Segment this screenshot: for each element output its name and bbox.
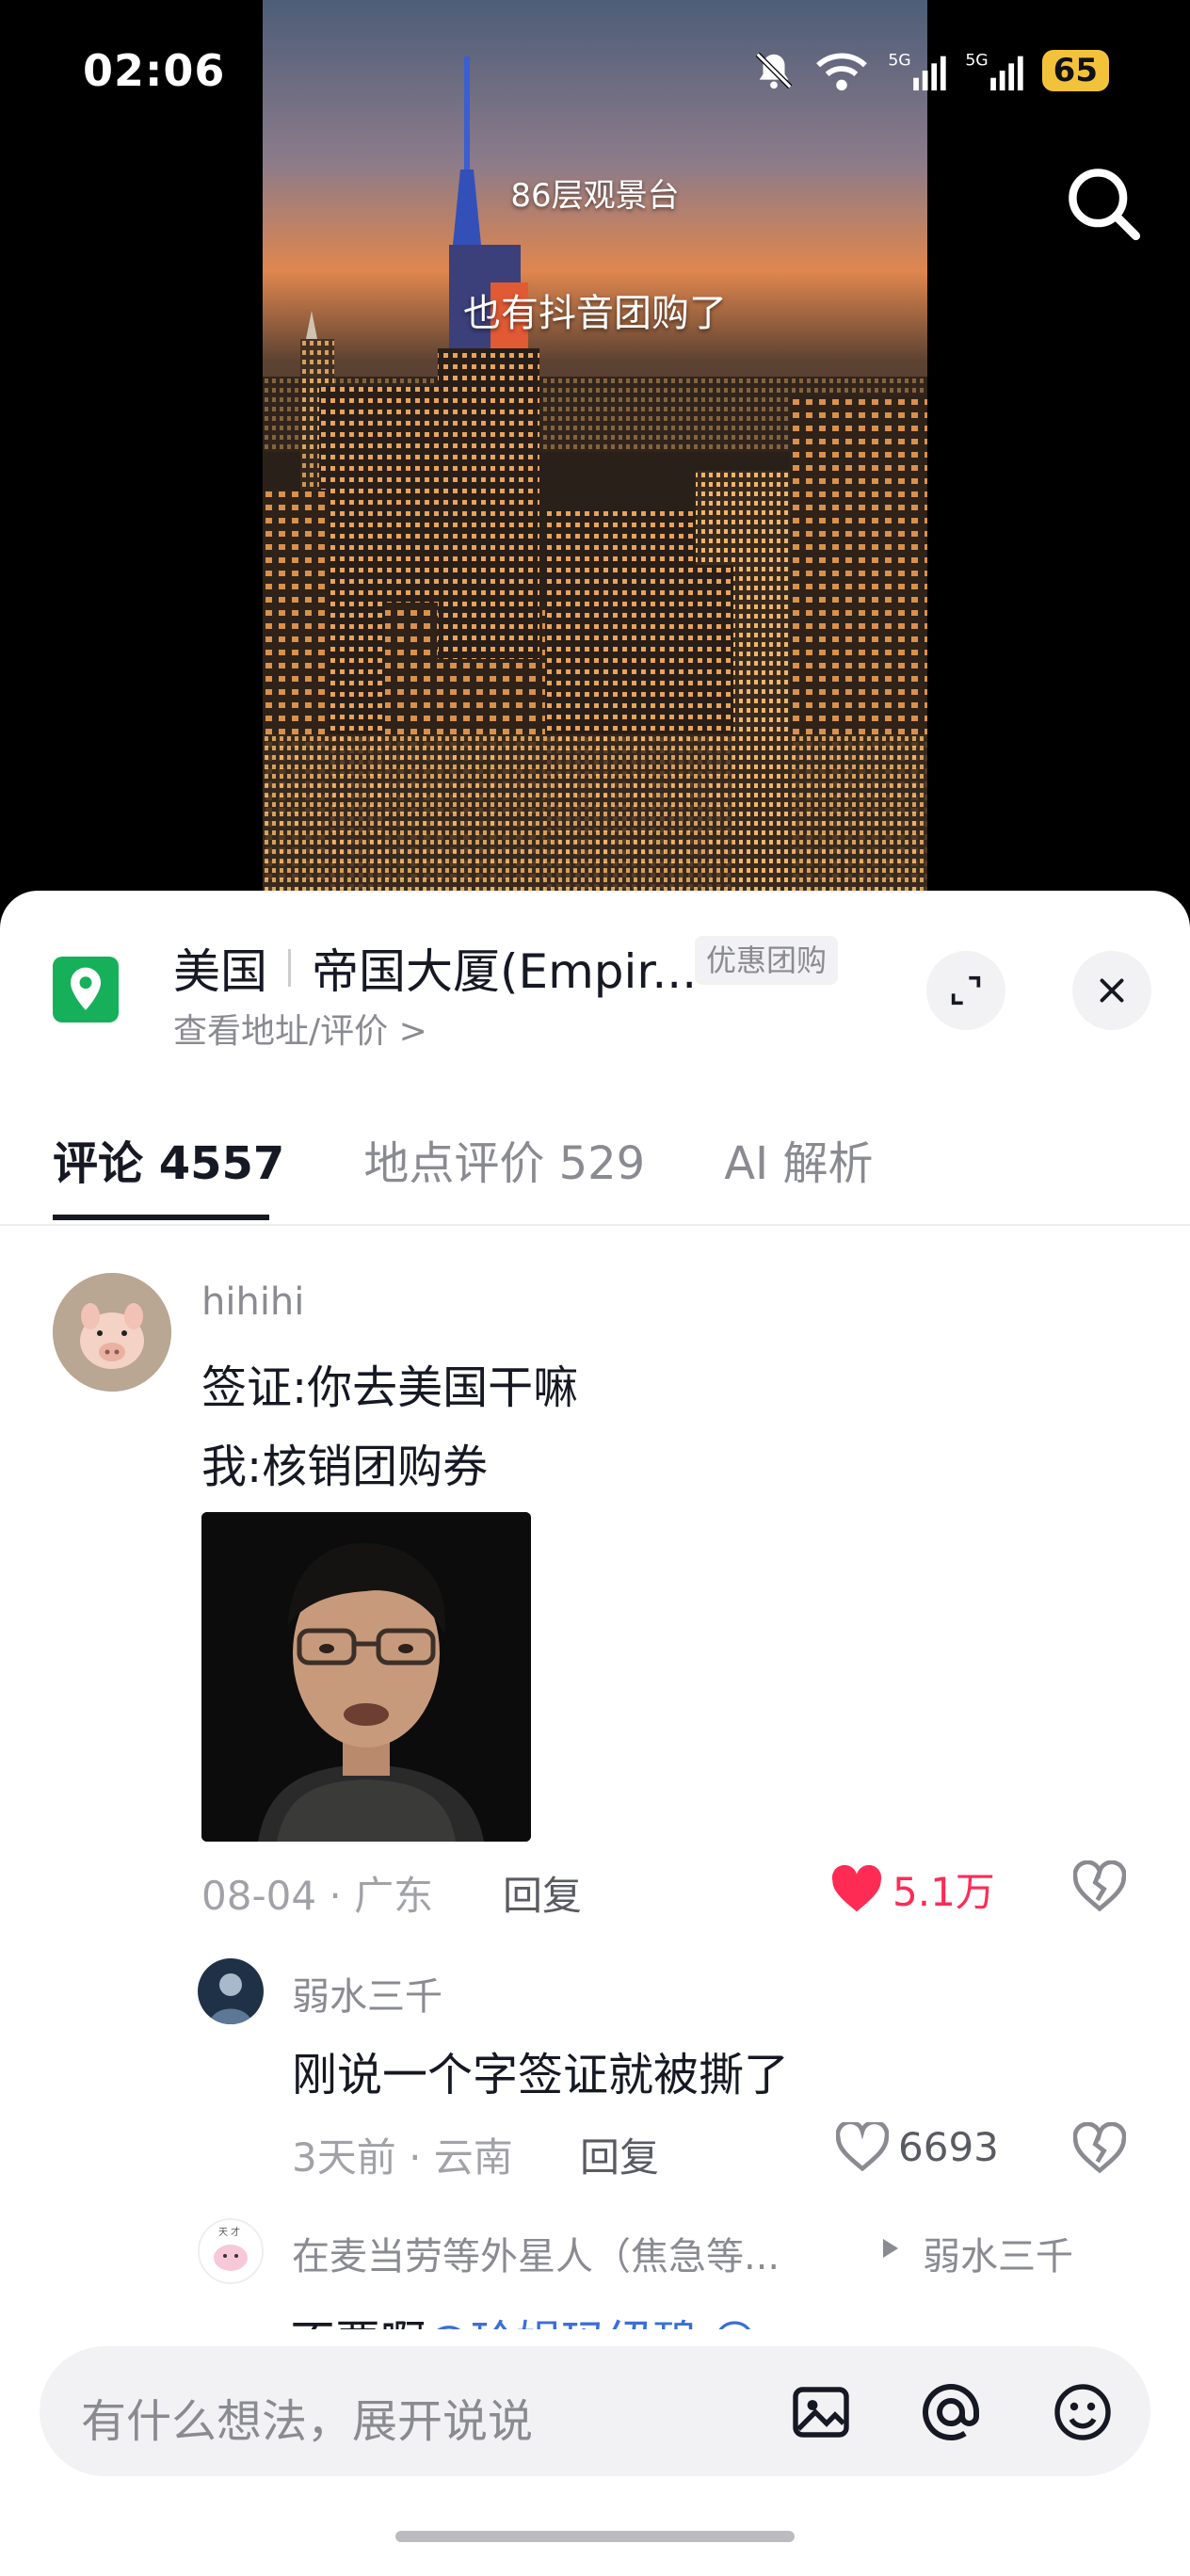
- location-pin-icon: [53, 957, 119, 1022]
- like-button[interactable]: 5.1万: [830, 1860, 995, 1918]
- tab-comments[interactable]: 评论 4557: [53, 1126, 284, 1192]
- comment-meta: 08-04 · 广东: [201, 1873, 434, 1919]
- location-title[interactable]: 美国 帝国大厦(Empir...: [173, 934, 697, 1002]
- like-count: 6693: [898, 2123, 999, 2170]
- group-buy-tag[interactable]: 优惠团购: [695, 936, 839, 985]
- expand-button[interactable]: [926, 951, 1005, 1030]
- tab-ai-analysis[interactable]: AI 解析: [724, 1126, 873, 1192]
- reply-text: 刚说一个字签证就被撕了: [292, 2049, 790, 2101]
- reply-username[interactable]: 在麦当劳等外星人（焦急等...: [292, 2226, 780, 2280]
- comment-input-placeholder[interactable]: 有什么想法，展开说说: [81, 2384, 533, 2450]
- avatar[interactable]: [53, 1273, 171, 1392]
- heart-filled-icon: [831, 1864, 882, 1911]
- image-icon[interactable]: [787, 2378, 855, 2446]
- svg-text:天 才: 天 才: [218, 2226, 240, 2238]
- reply-button[interactable]: 回复: [580, 2126, 659, 2183]
- heart-outline-icon: [836, 2122, 889, 2171]
- mention-link[interactable]: @玲娟玛纽碧 😅: [426, 2316, 758, 2329]
- title-separator: [288, 949, 291, 987]
- partial-comment-row: 不要啊@玲娟玛纽碧 😅: [0, 2305, 1190, 2329]
- tab-active-indicator: [53, 1215, 269, 1220]
- comment-username[interactable]: hihihi: [201, 1280, 304, 1324]
- home-indicator[interactable]: [395, 2531, 795, 2542]
- emoji-icon[interactable]: [1049, 2378, 1117, 2446]
- close-icon: [1100, 978, 1124, 1003]
- reply-username[interactable]: 弱水三千: [292, 1966, 442, 2021]
- avatar[interactable]: [198, 1958, 264, 2024]
- wifi-icon: [815, 53, 867, 91]
- like-button[interactable]: 6693: [836, 2122, 999, 2171]
- mute-bell-icon: [755, 52, 792, 89]
- location-country: 美国: [173, 944, 267, 999]
- svg-text:5G: 5G: [888, 51, 910, 70]
- avatar[interactable]: 天 才: [198, 2218, 264, 2284]
- svg-text:5G: 5G: [965, 51, 988, 70]
- reply-meta: 3天前 · 云南: [292, 2134, 513, 2181]
- reply-to-username[interactable]: 弱水三千: [923, 2226, 1073, 2280]
- signal-5g-icon-2: 5G: [965, 51, 1023, 91]
- battery-indicator: 65: [1041, 50, 1109, 91]
- status-time: 02:06: [83, 45, 226, 96]
- video-caption-top: 86层观景台: [510, 177, 680, 215]
- reply-button[interactable]: 回复: [503, 1864, 582, 1922]
- status-bar: 02:06 5G 5G 65: [0, 0, 1190, 151]
- tab-bar: 评论 4557 地点评价 529 AI 解析: [53, 1126, 873, 1192]
- comment-text-line: 签证:你去美国干嘛: [201, 1361, 579, 1414]
- reply-arrow-icon: [883, 2239, 898, 2258]
- broken-heart-icon[interactable]: [1073, 1860, 1126, 1913]
- mention-icon[interactable]: [917, 2378, 985, 2446]
- close-button[interactable]: [1072, 951, 1151, 1030]
- view-address-link[interactable]: 查看地址/评价 >: [173, 1004, 427, 1053]
- location-name: 帝国大厦(Empir...: [312, 944, 698, 999]
- comment-meme-image[interactable]: [201, 1512, 531, 1842]
- status-icons: 5G 5G 65: [752, 49, 1109, 92]
- video-caption-main: 也有抖音团购了: [463, 292, 727, 335]
- video-area[interactable]: 86层观景台 也有抖音团购了 02:06 5G 5G 65: [0, 0, 1190, 904]
- tab-place-reviews[interactable]: 地点评价 529: [363, 1126, 645, 1192]
- like-count: 5.1万: [892, 1869, 995, 1915]
- expand-icon: [951, 975, 981, 1006]
- comment-text-line: 我:核销团购券: [201, 1441, 489, 1493]
- tabs-divider: [0, 1224, 1190, 1226]
- partial-comment-text: 不要啊@玲娟玛纽碧 😅: [290, 2305, 758, 2329]
- search-icon[interactable]: [1060, 160, 1147, 247]
- broken-heart-icon[interactable]: [1073, 2122, 1126, 2175]
- signal-5g-icon: 5G: [888, 51, 946, 91]
